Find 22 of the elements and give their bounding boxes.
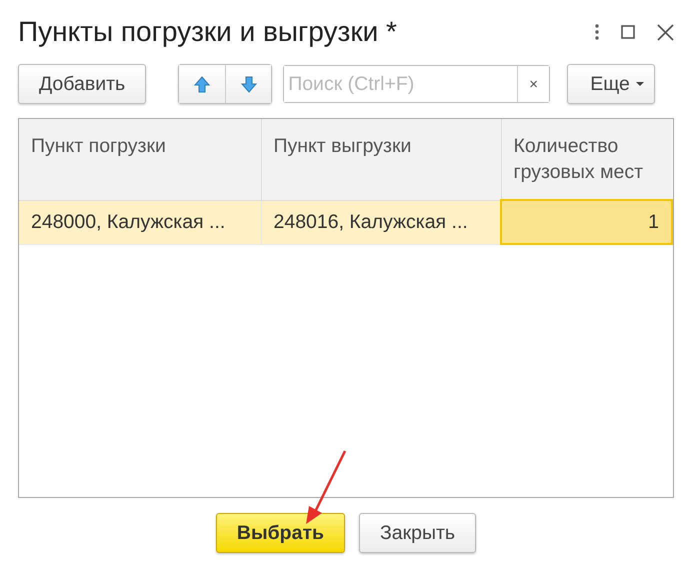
move-up-button[interactable]	[179, 65, 226, 103]
more-label: Еще	[590, 72, 630, 96]
table-cell[interactable]: 1	[501, 200, 672, 244]
close-button[interactable]: Закрыть	[358, 513, 476, 553]
select-button[interactable]: Выбрать	[216, 513, 345, 553]
column-header[interactable]: Пункт выгрузки	[261, 119, 501, 200]
arrow-up-icon	[194, 76, 210, 92]
window-title: Пункты погрузки и выгрузки *	[18, 16, 398, 48]
caret-icon	[636, 82, 644, 86]
column-header[interactable]: Пункт погрузки	[19, 119, 261, 200]
maximize-icon[interactable]	[621, 25, 635, 39]
add-button[interactable]: Добавить	[18, 64, 146, 104]
table-cell[interactable]: 248016, Калужская ...	[261, 200, 501, 244]
more-button[interactable]: Еще	[567, 64, 655, 104]
search-field[interactable]: Поиск (Ctrl+F) ×	[283, 65, 550, 103]
clear-search-button[interactable]: ×	[517, 66, 550, 102]
more-vertical-icon[interactable]	[595, 24, 599, 40]
close-icon[interactable]	[657, 24, 674, 40]
column-header[interactable]: Количество грузовых мест	[501, 119, 672, 200]
table-cell[interactable]: 248000, Калужская ...	[19, 200, 261, 244]
arrow-down-icon	[240, 76, 257, 92]
move-down-button[interactable]	[225, 65, 272, 103]
